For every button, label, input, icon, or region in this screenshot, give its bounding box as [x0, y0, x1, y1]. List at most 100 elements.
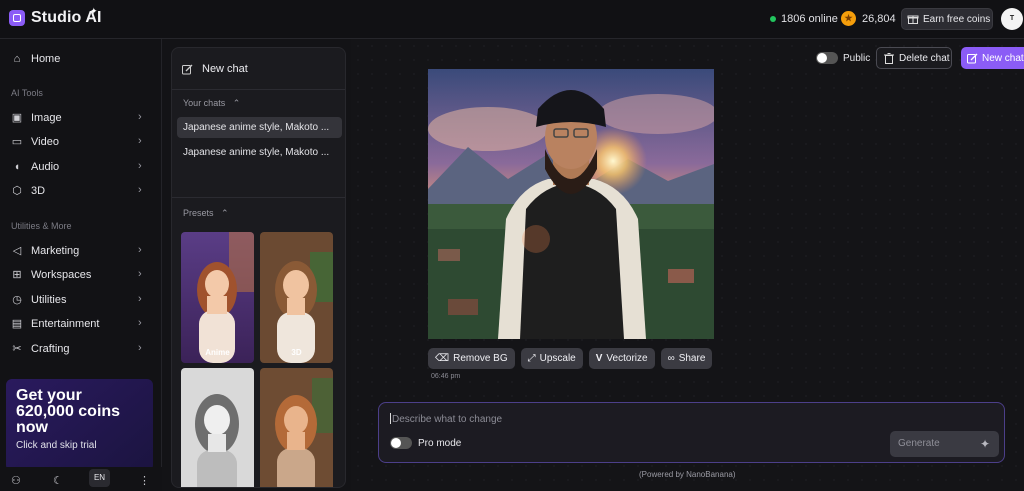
megaphone-icon: ◁	[12, 245, 22, 257]
chevron-right-icon: ›	[138, 293, 142, 305]
moon-icon[interactable]: ☾	[53, 474, 63, 487]
sidebar-item-label: Utilities	[31, 294, 67, 306]
language-button[interactable]: EN	[89, 469, 110, 487]
preset-3d[interactable]: 3D	[260, 232, 333, 363]
sidebar-item-entertainment[interactable]: ▤ Entertainment ›	[0, 313, 162, 335]
your-chats-label: Your chats	[183, 98, 226, 108]
chat-list-item[interactable]: Japanese anime style, Makoto ...	[177, 142, 342, 163]
chevron-right-icon: ›	[138, 111, 142, 123]
public-toggle[interactable]: Public	[816, 52, 870, 64]
pro-mode-toggle[interactable]: Pro mode	[390, 437, 461, 449]
chat-list-item[interactable]: Japanese anime style, Makoto ...	[177, 117, 342, 138]
more-icon[interactable]: ⋮	[139, 474, 150, 487]
edit-icon	[967, 53, 978, 63]
action-label: Vectorize	[606, 353, 648, 364]
sidebar-item-label: Video	[31, 136, 59, 148]
cube-icon: ⬡	[12, 185, 22, 197]
sidebar-item-utilities[interactable]: ◷ Utilities ›	[0, 289, 162, 311]
coin-balance: 26,804	[862, 13, 896, 25]
chevron-up-icon: ⌃	[221, 208, 229, 218]
users-icon[interactable]: ⚇	[11, 474, 21, 487]
image-action-bar: ⌫ Remove BG ⤢ Upscale V Vectorize ∞ Shar…	[428, 348, 713, 369]
generate-label: Generate	[898, 438, 940, 449]
message-timestamp: 06:46 pm	[431, 373, 461, 380]
app-logo[interactable]: Studio AI ✦	[9, 6, 102, 27]
new-chat-item[interactable]: New chat	[182, 63, 248, 75]
sidebar: ⌂ Home AI Tools ▣ Image › ▭ Video › ◖ Au…	[0, 39, 162, 491]
toggle-switch[interactable]	[390, 437, 412, 449]
divider	[172, 197, 345, 198]
sidebar-item-audio[interactable]: ◖ Audio ›	[0, 156, 162, 178]
preset-label: 3D	[291, 348, 302, 357]
sidebar-item-label: Home	[31, 53, 61, 65]
sidebar-item-label: Image	[31, 112, 62, 124]
preset-realistic[interactable]	[260, 368, 333, 487]
sidebar-item-label: 3D	[31, 185, 46, 197]
online-text: 1806 online	[781, 13, 838, 25]
remove-bg-button[interactable]: ⌫ Remove BG	[428, 348, 515, 369]
link-icon: ∞	[667, 353, 675, 364]
chevron-up-icon: ⌃	[232, 98, 241, 108]
vectorize-button[interactable]: V Vectorize	[588, 348, 655, 369]
sidebar-item-video[interactable]: ▭ Video ›	[0, 131, 162, 153]
sidebar-item-workspaces[interactable]: ⊞ Workspaces ›	[0, 264, 162, 286]
toggle-switch[interactable]	[816, 52, 838, 64]
clock-icon: ◷	[12, 294, 22, 306]
user-avatar[interactable]: T	[1001, 8, 1023, 30]
home-icon: ⌂	[13, 53, 21, 65]
upscale-button[interactable]: ⤢ Upscale	[520, 348, 583, 369]
divider	[172, 89, 345, 90]
new-chat-label: New chat	[202, 63, 248, 75]
audio-icon: ◖	[13, 161, 21, 173]
edit-icon	[182, 64, 193, 74]
earn-label: Earn free coins	[923, 13, 991, 25]
sidebar-item-3d[interactable]: ⬡ 3D ›	[0, 180, 162, 202]
chevron-right-icon: ›	[138, 184, 142, 196]
chevron-right-icon: ›	[138, 160, 142, 172]
powered-by-text: (Powered by NanoBanana)	[639, 470, 736, 479]
presets-label: Presets	[183, 208, 214, 218]
prompt-input[interactable]: Describe what to change	[390, 413, 502, 425]
chevron-right-icon: ›	[138, 342, 142, 354]
your-chats-header[interactable]: Your chats ⌃	[183, 98, 240, 109]
promo-banner[interactable]: Get your 620,000 coins now Click and ski…	[6, 379, 153, 471]
promo-subtitle: Click and skip trial	[16, 440, 97, 451]
sidebar-item-marketing[interactable]: ◁ Marketing ›	[0, 240, 162, 262]
sparkle-icon: ✦	[90, 6, 98, 16]
new-chat-label: New chat	[982, 52, 1024, 64]
chevron-right-icon: ›	[138, 135, 142, 147]
preset-label: Anime	[205, 348, 230, 357]
presets-header[interactable]: Presets ⌃	[183, 208, 229, 219]
main-area: Public Delete chat New chat ⌫ Remove BG …	[351, 39, 1024, 491]
sidebar-item-label: Audio	[31, 161, 60, 173]
scissors-icon: ✂	[12, 343, 22, 355]
preset-realistic-image	[260, 368, 333, 487]
sparkle-icon: ✦	[979, 437, 990, 451]
preset-3d-image	[260, 232, 333, 363]
vector-icon: V	[595, 353, 603, 364]
share-button[interactable]: ∞ Share	[660, 348, 713, 369]
section-label-ai-tools: AI Tools	[11, 88, 43, 98]
sidebar-item-image[interactable]: ▣ Image ›	[0, 107, 162, 129]
sidebar-item-label: Crafting	[31, 343, 70, 355]
sidebar-item-home[interactable]: ⌂ Home	[0, 48, 162, 70]
pro-mode-label: Pro mode	[418, 437, 462, 449]
sidebar-item-crafting[interactable]: ✂ Crafting ›	[0, 338, 162, 360]
chevron-right-icon: ›	[138, 268, 142, 280]
earn-free-coins-button[interactable]: Earn free coins	[901, 8, 993, 30]
preset-anime[interactable]: Anime	[181, 232, 254, 363]
prompt-placeholder: Describe what to change	[392, 414, 503, 425]
delete-chat-button[interactable]: Delete chat	[876, 47, 952, 69]
prompt-composer[interactable]: Describe what to change Pro mode Generat…	[378, 402, 1005, 463]
online-count: 1806 online	[770, 13, 838, 25]
generated-image[interactable]	[428, 69, 714, 339]
coin-icon: ★	[841, 11, 856, 26]
action-label: Upscale	[539, 353, 576, 364]
generate-button[interactable]: Generate ✦	[890, 431, 999, 457]
grid-icon: ⊞	[12, 269, 22, 281]
sidebar-item-label: Marketing	[31, 245, 80, 257]
sidebar-footer: ⚇ ☾ EN ⋮	[0, 467, 162, 491]
chevron-right-icon: ›	[138, 244, 142, 256]
new-chat-button[interactable]: New chat	[961, 47, 1024, 69]
preset-sketch[interactable]	[181, 368, 254, 487]
